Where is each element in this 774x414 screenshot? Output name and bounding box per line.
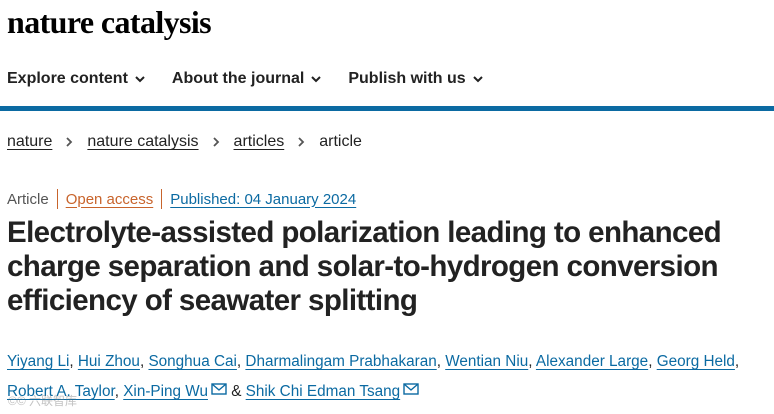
nav-publish-with-us-label: Publish with us — [348, 70, 466, 87]
nav-publish-with-us[interactable]: Publish with us — [348, 70, 483, 88]
author-list: Yiyang Li, Hui Zhou, Songhua Cai, Dharma… — [7, 347, 772, 407]
chevron-down-icon — [311, 76, 322, 83]
chevron-right-icon — [66, 137, 73, 147]
main-navigation: Explore content About the journal Publis… — [7, 70, 484, 88]
author-separator: , — [528, 353, 533, 370]
author-separator: , — [436, 353, 441, 370]
chevron-down-icon — [472, 76, 483, 83]
nav-about-journal[interactable]: About the journal — [172, 70, 322, 88]
breadcrumb-articles[interactable]: articles — [234, 133, 285, 151]
author-link[interactable]: Dharmalingam Prabhakaran — [245, 353, 436, 370]
author-link[interactable]: Songhua Cai — [148, 353, 236, 370]
author-separator: , — [236, 353, 242, 370]
author-separator: , — [69, 353, 74, 370]
nav-explore-content-label: Explore content — [7, 70, 128, 87]
article-meta: Article Open access Published: 04 Januar… — [7, 189, 356, 209]
watermark: ©© 六联智库 — [8, 394, 78, 408]
article-type: Article — [7, 190, 49, 208]
open-access-link[interactable]: Open access — [66, 191, 154, 208]
nav-explore-content[interactable]: Explore content — [7, 70, 146, 88]
published-date: Published: 04 January 2024 — [170, 190, 357, 208]
article-title: Electrolyte-assisted polarization leadin… — [7, 216, 722, 317]
author-link[interactable]: Hui Zhou — [78, 353, 140, 370]
breadcrumb-nature-catalysis[interactable]: nature catalysis — [87, 133, 198, 151]
journal-logo[interactable]: nature catalysis — [7, 4, 212, 41]
breadcrumb: nature nature catalysis articles article — [7, 133, 362, 151]
chevron-right-icon — [212, 137, 219, 147]
author-separator: , — [648, 353, 653, 370]
author-separator: , — [139, 353, 145, 370]
header-divider — [0, 106, 774, 111]
author-separator: , — [114, 383, 119, 400]
author-link[interactable]: Xin-Ping Wu — [123, 383, 208, 400]
author-link[interactable]: Georg Held — [657, 353, 735, 370]
chevron-right-icon — [298, 137, 305, 147]
author-link[interactable]: Yiyang Li — [7, 353, 69, 370]
author-separator: , — [734, 353, 740, 370]
author-and: & — [231, 383, 242, 400]
meta-divider — [161, 189, 163, 209]
author-link[interactable]: Alexander Large — [536, 353, 648, 370]
meta-divider — [56, 189, 58, 209]
email-icon[interactable] — [403, 383, 419, 395]
breadcrumb-current: article — [319, 133, 362, 150]
email-icon[interactable] — [211, 383, 227, 395]
author-link[interactable]: Shik Chi Edman Tsang — [246, 383, 400, 400]
chevron-down-icon — [135, 76, 145, 83]
nav-about-journal-label: About the journal — [171, 70, 305, 87]
breadcrumb-nature[interactable]: nature — [7, 133, 52, 151]
author-link[interactable]: Wentian Niu — [445, 353, 528, 370]
